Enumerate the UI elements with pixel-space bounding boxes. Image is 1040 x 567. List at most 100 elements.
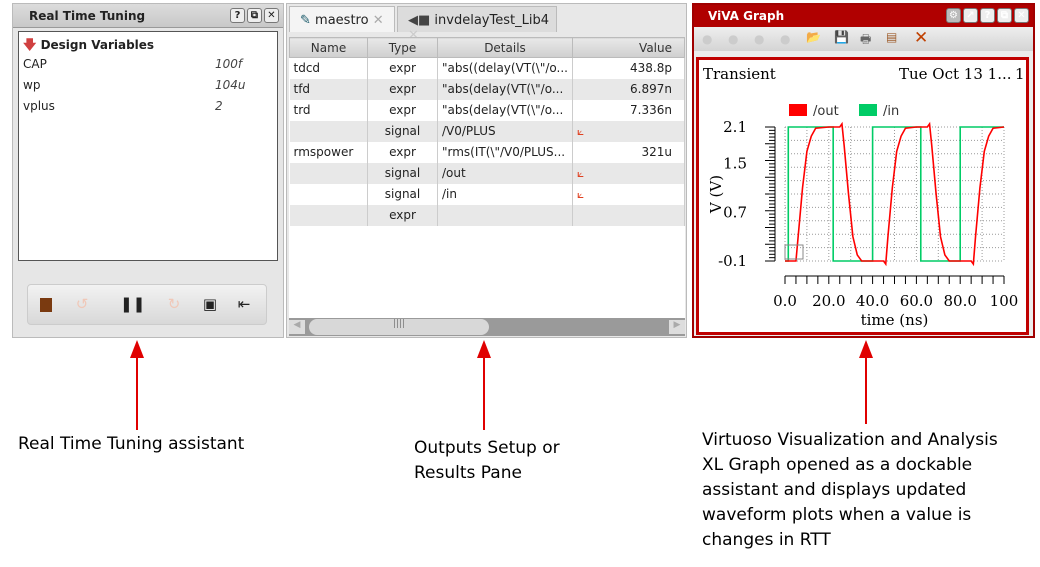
cell-name: trd — [289, 99, 368, 121]
viva-title-bar: ViVA Graph ⚙ ↗ ? ⧉ ✕ — [694, 5, 1033, 27]
popout-icon[interactable]: ↗ — [963, 8, 978, 23]
cell-name: rmspower — [289, 141, 368, 163]
cell-details: /out — [437, 162, 573, 184]
rtt-title: Real Time Tuning — [29, 9, 146, 23]
plot-title: Transient — [703, 65, 776, 83]
tab-invdelaytest[interactable]: ◀■ invdelayTest_Lib4 ✕ — [397, 6, 557, 43]
cell-details: "rms(IT(\"/V0/PLUS... — [437, 141, 573, 163]
cell-name — [289, 183, 368, 205]
stop-button[interactable] — [36, 295, 56, 315]
cell-name — [289, 162, 368, 184]
up-icon[interactable]: ● — [754, 32, 764, 46]
subwindow-number: 1 — [1015, 65, 1025, 83]
help-button[interactable]: ? — [230, 8, 245, 23]
cell-details: /V0/PLUS — [437, 120, 573, 142]
back-icon[interactable]: ● — [702, 32, 712, 46]
y-tick-label: 0.7 — [723, 203, 747, 221]
column-header[interactable]: Details — [437, 37, 573, 58]
x-axis-label: time (ns) — [861, 311, 929, 329]
open-folder-icon[interactable]: 📂 — [806, 30, 821, 44]
undo-icon[interactable]: ↺ — [72, 295, 92, 315]
rtt-toolbar: ↺ ❚❚ ↻ ▣ ⇤ — [27, 284, 267, 325]
x-tick-label: 100 — [990, 292, 1019, 310]
legend-label: /in — [883, 104, 899, 119]
x-tick-label: 80.0 — [943, 292, 976, 310]
variable-row[interactable]: CAP 100f — [23, 57, 273, 77]
y-axis-label: V (V) — [707, 175, 725, 214]
save-snapshot-icon[interactable]: ▣ — [200, 295, 220, 315]
cell-details: "abs(delay(VT(\"/o... — [437, 78, 573, 100]
pause-button[interactable]: ❚❚ — [120, 295, 145, 315]
arrow-line — [136, 356, 138, 430]
cell-value: 438.8p — [572, 57, 686, 79]
help-icon[interactable]: ? — [980, 8, 995, 23]
float-button[interactable]: ⧉ — [247, 8, 262, 23]
float-icon[interactable]: ⧉ — [997, 8, 1012, 23]
cell-value: 321u — [572, 141, 686, 163]
cell-value: ⟀ — [572, 120, 686, 142]
save-icon[interactable]: 💾 — [834, 30, 849, 44]
variable-row[interactable]: wp 104u — [23, 78, 273, 98]
waveform-icon[interactable]: ▤ — [886, 30, 897, 44]
cell-type: signal — [367, 120, 438, 142]
table-row[interactable]: signal/V0/PLUS ⟀ — [289, 120, 686, 142]
column-header[interactable]: Value — [571, 37, 686, 58]
table-row[interactable]: signal/in ⟀ — [289, 183, 686, 205]
table-row[interactable]: tfd expr "abs(delay(VT(\"/o... 6.897n — [289, 78, 686, 100]
cell-details — [437, 204, 573, 226]
scrollbar-thumb[interactable]: |||| — [309, 319, 489, 335]
section-label: Design Variables — [40, 38, 155, 52]
design-variables-list: 🡇 Design Variables CAP 100f wp 104u vplus 2 — [18, 31, 278, 261]
variable-row[interactable]: vplus 2 — [23, 99, 273, 119]
design-variables-header[interactable]: 🡇 Design Variables — [23, 36, 273, 56]
cell-details: "abs((delay(VT(\"/o... — [437, 57, 573, 79]
x-tick-label: 60.0 — [900, 292, 933, 310]
down-icon[interactable]: ● — [780, 32, 790, 46]
y-tick-label: -0.1 — [718, 252, 747, 270]
viva-toolbar: ● ● ● ● 📂 💾 🖶 ▤ ✕ — [694, 27, 1033, 51]
cell-details: /in — [437, 183, 573, 205]
plot-icon[interactable]: ⟀ — [577, 166, 584, 180]
restore-snapshot-icon[interactable]: ⇤ — [234, 295, 254, 315]
close-icon[interactable]: ✕ — [1014, 8, 1029, 23]
redo-icon[interactable]: ↻ — [164, 295, 184, 315]
column-header[interactable]: Type — [367, 37, 438, 58]
column-header[interactable]: Name — [289, 37, 368, 58]
cell-type: signal — [367, 162, 438, 184]
x-tick-label: 0.0 — [773, 292, 797, 310]
cell-type: signal — [367, 183, 438, 205]
plot-date: Tue Oct 13 1... — [899, 65, 1012, 83]
print-icon[interactable]: 🖶 — [860, 30, 871, 51]
cell-type: expr — [367, 57, 438, 79]
forward-icon[interactable]: ● — [728, 32, 738, 46]
arrow-down-icon: 🡇 — [23, 38, 37, 53]
horizontal-scrollbar[interactable]: ◀ |||| ▶ — [289, 318, 685, 336]
outputs-table: Name Type Details Value tdcd expr "abs((de… — [289, 37, 686, 226]
y-tick-label: 1.5 — [723, 155, 747, 173]
viva-annotation: Virtuoso Visualization and Analysis XL G… — [702, 430, 998, 550]
cell-type: expr — [367, 78, 438, 100]
close-icon[interactable]: ✕ — [373, 13, 384, 28]
real-time-tuning-panel: Real Time Tuning ? ⧉ ✕ 🡇 Design Variable… — [12, 3, 284, 338]
settings-icon[interactable]: ⚙ — [946, 8, 961, 23]
table-row[interactable]: signal/out ⟀ — [289, 162, 686, 184]
cell-value: ⟀ — [572, 162, 686, 184]
cell-name: tdcd — [289, 57, 368, 79]
cell-value: 6.897n — [572, 78, 686, 100]
close-button[interactable]: ✕ — [264, 8, 279, 23]
waveform-chart[interactable]: Transient Tue Oct 13 1... 1 2.1 1.5 0.7 -0.1 0.… — [699, 60, 1026, 332]
delete-icon[interactable]: ✕ — [914, 28, 928, 48]
table-row[interactable]: rmspower expr "rms(IT(\"/V0/PLUS... 321u — [289, 141, 686, 163]
cell-name — [289, 204, 368, 226]
tab-maestro[interactable]: ✎ maestro ✕ — [289, 6, 395, 32]
table-row[interactable]: tdcd expr "abs((delay(VT(\"/o... 438.8p — [289, 57, 686, 79]
plot-icon[interactable]: ⟀ — [577, 187, 584, 201]
table-row[interactable]: trd expr "abs(delay(VT(\"/o... 7.336n — [289, 99, 686, 121]
cell-type: expr — [367, 99, 438, 121]
x-tick-label: 20.0 — [812, 292, 845, 310]
viva-title: ViVA Graph — [708, 9, 785, 23]
table-row[interactable]: expr — [289, 204, 686, 226]
plot-icon[interactable]: ⟀ — [577, 124, 584, 138]
cell-name — [289, 120, 368, 142]
pen-icon: ✎ — [300, 13, 311, 28]
